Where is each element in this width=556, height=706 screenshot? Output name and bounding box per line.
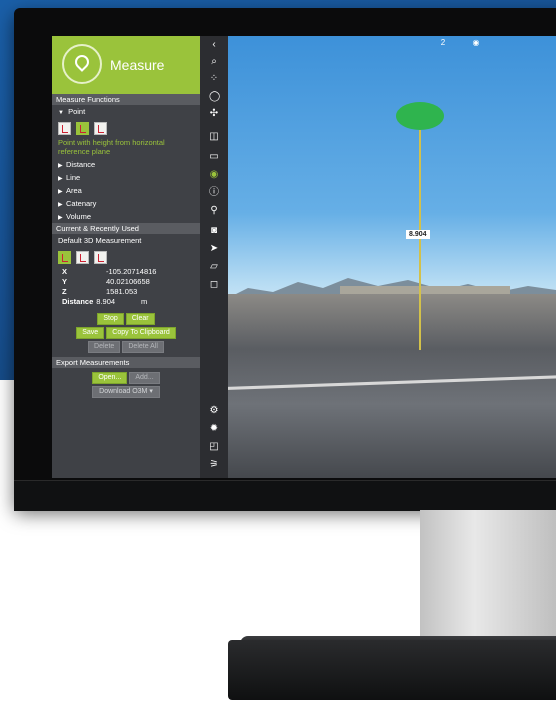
monitor-chin: [14, 480, 556, 511]
download-select[interactable]: Download O3M ▾: [92, 386, 160, 398]
monitor-base: [228, 640, 556, 700]
measurement-point-marker[interactable]: [396, 102, 444, 130]
measure-panel: Measure Measure Functions ▼ Point Point …: [52, 36, 200, 478]
tool-bar: ‹ ⌕ ⁘ ◯ ✣ ◫ ▭ ◉ ⓘ ⚲ ◙ ➤ ▱ ◻ ⚙ ✹ ◰ ⚞: [200, 36, 228, 478]
z-label: Z: [62, 287, 67, 296]
caret-down-icon: ▼: [58, 110, 64, 116]
group-label: Area: [66, 186, 82, 195]
panel-icon[interactable]: ▭: [209, 152, 219, 162]
distance-value: 8.904: [96, 297, 116, 306]
count-badge-icon[interactable]: 2: [438, 38, 448, 48]
chevron-down-icon: ▾: [149, 388, 153, 395]
point-description: Point with height from horizontal refere…: [58, 138, 165, 156]
screen: Measure Measure Functions ▼ Point Point …: [52, 36, 556, 478]
send-icon[interactable]: ➤: [209, 244, 219, 254]
clear-button[interactable]: Clear: [125, 313, 155, 325]
functions-section-title: Measure Functions: [52, 94, 200, 105]
recent-catenary-icon[interactable]: [94, 251, 108, 264]
open-add-row: Open... Add...: [52, 370, 200, 384]
cube-icon[interactable]: ◫: [209, 132, 219, 142]
distance-unit: m: [141, 297, 148, 306]
chevron-left-icon[interactable]: ‹: [209, 40, 219, 50]
recent-section-title: Current & Recently Used: [52, 223, 200, 234]
x-row: X -105.20714816: [52, 267, 200, 277]
recent-height-icon[interactable]: [76, 251, 90, 264]
polygon-icon[interactable]: ▱: [209, 262, 219, 272]
group-label: Catenary: [66, 199, 97, 208]
group-area[interactable]: ▶ Area: [52, 184, 200, 197]
delete-row: Delete Delete All: [52, 339, 200, 353]
stop-clear-row: Stop Clear: [52, 311, 200, 325]
delete-all-button[interactable]: Delete All: [122, 341, 164, 353]
measure-logo-icon: [62, 44, 102, 84]
group-catenary[interactable]: ▶ Catenary: [52, 197, 200, 210]
search-icon[interactable]: ⌕: [209, 57, 219, 67]
point-cloud-viewport[interactable]: 8.904 2 ◉: [228, 36, 556, 478]
network-icon[interactable]: ⚞: [209, 460, 219, 470]
z-row: Z 1581.053: [52, 287, 200, 297]
monitor-stand: [420, 510, 556, 650]
panel-title: Measure: [110, 57, 165, 73]
lasso-icon[interactable]: ◯: [209, 92, 220, 102]
download-row: Download O3M ▾: [52, 384, 200, 398]
group-distance[interactable]: ▶ Distance: [52, 158, 200, 171]
crosshair-icon[interactable]: ✣: [209, 109, 219, 119]
group-label: Line: [66, 173, 81, 182]
measure-pin-icon[interactable]: ◉: [209, 170, 219, 180]
recent-point-icon[interactable]: [58, 251, 71, 264]
stop-button[interactable]: Stop: [97, 313, 124, 325]
road-curb: [228, 366, 556, 406]
scatter-icon[interactable]: ⁘: [209, 74, 219, 84]
marker-icon[interactable]: ⚲: [209, 206, 219, 216]
y-value: 40.02106658: [106, 277, 150, 286]
point-toggle[interactable]: ▼ Point: [52, 105, 200, 118]
badge-count: 2: [440, 38, 446, 47]
info-icon[interactable]: ⓘ: [209, 188, 219, 198]
download-label: Download O3M: [99, 388, 148, 395]
default-measurement-label: Default 3D Measurement: [58, 236, 142, 245]
gear-icon[interactable]: ✹: [209, 424, 219, 434]
group-label: Distance: [66, 160, 96, 169]
point-height-icon[interactable]: [76, 122, 90, 135]
point-label: Point: [68, 107, 86, 116]
save-copy-row: Save Copy To Clipboard: [52, 325, 200, 339]
group-volume[interactable]: ▶ Volume: [52, 210, 200, 223]
y-row: Y 40.02106658: [52, 277, 200, 287]
point-ref-icon[interactable]: [58, 122, 71, 135]
distance-row: Distance 8.904 m: [52, 297, 200, 307]
distance-label: Distance: [62, 297, 94, 306]
camera-icon[interactable]: ◙: [209, 226, 219, 236]
point-mode-icons: [52, 118, 200, 138]
group-label: Volume: [66, 212, 92, 221]
export-section-title: Export Measurements: [52, 357, 200, 368]
layers-icon[interactable]: ◰: [209, 442, 219, 452]
open-button[interactable]: Open...: [92, 372, 128, 384]
panel-header: Measure: [52, 36, 200, 94]
add-button[interactable]: Add...: [129, 372, 160, 384]
eye-icon[interactable]: ◉: [471, 38, 481, 48]
group-line[interactable]: ▶ Line: [52, 171, 200, 184]
z-value: 1581.053: [106, 287, 138, 296]
point-plane-icon[interactable]: [94, 122, 108, 135]
copy-clipboard-button[interactable]: Copy To Clipboard: [106, 327, 176, 339]
x-value: -105.20714816: [106, 267, 157, 276]
measurement-label: 8.904: [406, 230, 430, 239]
settings-gear-icon[interactable]: ⚙: [209, 406, 219, 416]
y-label: Y: [62, 277, 68, 286]
bookmark-icon[interactable]: ◻: [209, 280, 219, 290]
x-label: X: [62, 267, 68, 276]
save-button[interactable]: Save: [76, 327, 105, 339]
recent-icons: [52, 247, 200, 267]
delete-button[interactable]: Delete: [88, 341, 121, 353]
